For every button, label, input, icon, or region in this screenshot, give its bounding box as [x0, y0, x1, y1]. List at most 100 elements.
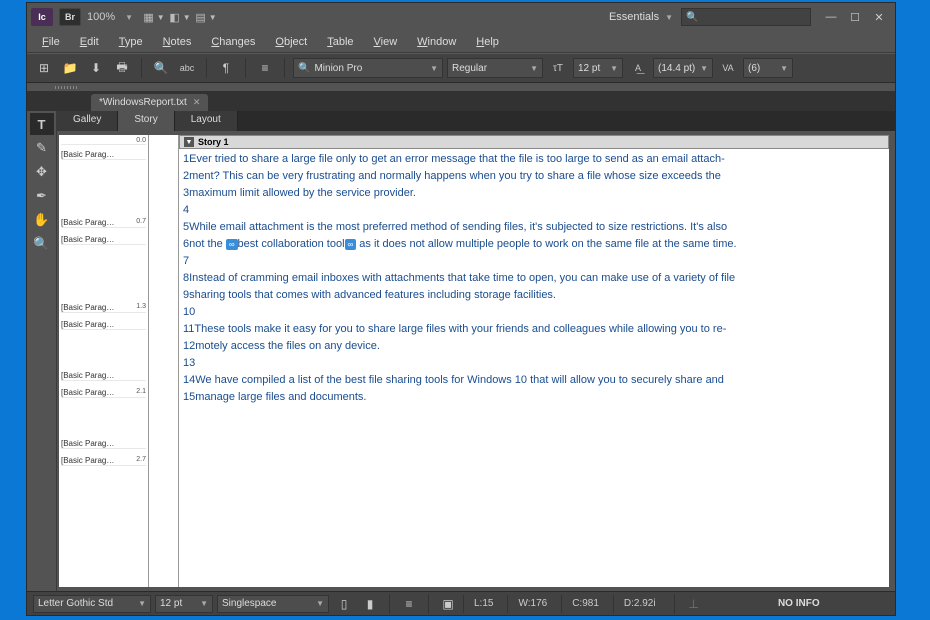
menu-changes[interactable]: Changes — [202, 34, 264, 50]
text-line[interactable]: 2ment? This can be very frustrating and … — [183, 168, 885, 185]
collapse-triangle-icon[interactable]: ▼ — [184, 137, 194, 147]
paragraph-style-row[interactable]: [Basic Parag…2.7 — [61, 456, 146, 466]
close-tab-icon[interactable]: ✕ — [193, 97, 201, 108]
story-header[interactable]: ▼ Story 1 — [179, 135, 889, 149]
paragraph-style-row[interactable]: [Basic Parag…1.3 — [61, 303, 146, 313]
pilcrow-icon[interactable]: ¶ — [215, 58, 237, 78]
search-icon: 🔍 — [686, 12, 698, 23]
font-style-combo[interactable]: Regular ▼ — [447, 58, 543, 78]
paragraph-style-row[interactable]: 0.0 — [61, 137, 146, 145]
line-number: 14 — [183, 374, 195, 386]
line-number: 4 — [183, 204, 189, 216]
tab-story[interactable]: Story — [118, 111, 174, 131]
tab-layout[interactable]: Layout — [175, 111, 238, 131]
story-view-icon[interactable]: ▮ — [359, 594, 381, 614]
close-button[interactable]: ✕ — [867, 8, 891, 26]
view-tabs: Galley Story Layout — [57, 111, 895, 131]
print-icon[interactable]: 🖶 — [111, 58, 133, 78]
new-note-icon[interactable]: ⊞ — [33, 58, 55, 78]
screen-mode-icon[interactable]: ◧▼ — [169, 8, 191, 26]
menu-file[interactable]: File — [33, 34, 69, 50]
text-line[interactable]: 11These tools make it easy for you to sh… — [183, 321, 885, 338]
paragraph-style-row[interactable]: [Basic Parag… — [61, 320, 146, 330]
paragraph-style-row[interactable]: [Basic Parag… — [61, 150, 146, 160]
type-tool-icon[interactable]: T — [30, 113, 54, 135]
paragraph-style-row[interactable]: [Basic Parag…0.7 — [61, 218, 146, 228]
note-tool-icon[interactable]: ✎ — [30, 137, 54, 159]
save-icon[interactable]: ⬇ — [85, 58, 107, 78]
view-options-icon[interactable]: ▦▼ — [143, 8, 165, 26]
galley-view-icon[interactable]: ▯ — [333, 594, 355, 614]
status-spacing-combo[interactable]: Singlespace▼ — [217, 595, 329, 613]
text-line[interactable]: 10 — [183, 304, 885, 321]
panel-grip[interactable] — [27, 83, 895, 91]
paragraph-style-row[interactable]: [Basic Parag…2.1 — [61, 388, 146, 398]
bridge-icon[interactable]: Br — [59, 8, 81, 26]
minimize-button[interactable]: — — [819, 8, 843, 26]
text-line[interactable]: 8Instead of cramming email inboxes with … — [183, 270, 885, 287]
hand-tool-icon[interactable]: ✋ — [30, 209, 54, 231]
text-stats-icon[interactable]: ⊥ — [683, 594, 705, 614]
text-line[interactable]: 7 — [183, 253, 885, 270]
text-line[interactable]: 3maximum limit allowed by the service pr… — [183, 185, 885, 202]
text-line[interactable]: 1Ever tried to share a large file only t… — [183, 151, 885, 168]
text-line[interactable]: 6not the ∞best collaboration tool∞ as it… — [183, 236, 885, 253]
menu-type[interactable]: Type — [110, 34, 152, 50]
line-number-column — [149, 135, 179, 587]
line-number: 10 — [183, 306, 195, 318]
find-icon[interactable]: 🔍 — [150, 58, 172, 78]
status-line: L:15 — [463, 595, 503, 613]
menubar: File Edit Type Notes Changes Object Tabl… — [27, 31, 895, 53]
options-bar: ⊞ 📁 ⬇ 🖶 🔍 abc ¶ ≡ 🔍 Minion Pro ▼ Regular… — [27, 53, 895, 83]
chevron-down-icon: ▼ — [125, 13, 133, 22]
text-column[interactable]: ▼ Story 1 1Ever tried to share a large f… — [179, 135, 889, 587]
menu-help[interactable]: Help — [467, 34, 508, 50]
paragraph-style-row[interactable]: [Basic Parag… — [61, 439, 146, 449]
main-area: T ✎ ✥ ✒ ✋ 🔍 Galley Story Layout 0.0 [Basi… — [27, 111, 895, 591]
zoom-tool-icon[interactable]: 🔍 — [30, 233, 54, 255]
arrange-icon[interactable]: ▤▼ — [195, 8, 217, 26]
chevron-down-icon: ▼ — [665, 13, 673, 22]
document-tabbar: *WindowsReport.txt ✕ — [27, 91, 895, 111]
eyedropper-tool-icon[interactable]: ✒ — [30, 185, 54, 207]
menu-edit[interactable]: Edit — [71, 34, 108, 50]
status-size-combo[interactable]: 12 pt▼ — [155, 595, 213, 613]
zoom-level-combo[interactable]: 100% ▼ — [87, 11, 133, 23]
align-icon[interactable]: ≡ — [398, 594, 420, 614]
chevron-down-icon: ▼ — [776, 64, 788, 73]
menu-notes[interactable]: Notes — [154, 34, 201, 50]
maximize-button[interactable]: ☐ — [843, 8, 867, 26]
menu-table[interactable]: Table — [318, 34, 362, 50]
menu-window[interactable]: Window — [408, 34, 465, 50]
document-tab[interactable]: *WindowsReport.txt ✕ — [91, 94, 208, 111]
line-number: 15 — [183, 391, 195, 403]
font-size-combo[interactable]: 12 pt ▼ — [573, 58, 623, 78]
spellcheck-icon[interactable]: abc — [176, 58, 198, 78]
status-font-combo[interactable]: Letter Gothic Std▼ — [33, 595, 151, 613]
workspace-switcher[interactable]: Essentials ▼ — [609, 11, 673, 23]
info-icon[interactable]: ▣ — [437, 594, 459, 614]
text-line[interactable]: 14We have compiled a list of the best fi… — [183, 372, 885, 389]
text-line[interactable]: 5While email attachment is the most pref… — [183, 219, 885, 236]
status-depth: D:2.92i — [613, 595, 666, 613]
position-tool-icon[interactable]: ✥ — [30, 161, 54, 183]
text-line[interactable]: 9sharing tools that comes with advanced … — [183, 287, 885, 304]
paragraph-style-row[interactable]: [Basic Parag… — [61, 371, 146, 381]
text-line[interactable]: 15manage large files and documents. — [183, 389, 885, 406]
menu-object[interactable]: Object — [266, 34, 316, 50]
text-line[interactable]: 12motely access the files on any device. — [183, 338, 885, 355]
status-word: W:176 — [507, 595, 557, 613]
text-line[interactable]: 4 — [183, 202, 885, 219]
kerning-combo[interactable]: (6) ▼ — [743, 58, 793, 78]
styles-icon[interactable]: ≡ — [254, 58, 276, 78]
hyperlink-end-icon: ∞ — [345, 239, 357, 250]
paragraph-style-row[interactable]: [Basic Parag… — [61, 235, 146, 245]
menu-view[interactable]: View — [365, 34, 407, 50]
document-area: Galley Story Layout 0.0 [Basic Parag… [Bas… — [57, 111, 895, 591]
text-line[interactable]: 13 — [183, 355, 885, 372]
search-input[interactable]: 🔍 — [681, 8, 811, 26]
font-family-combo[interactable]: 🔍 Minion Pro ▼ — [293, 58, 443, 78]
leading-combo[interactable]: (14.4 pt) ▼ — [653, 58, 713, 78]
open-icon[interactable]: 📁 — [59, 58, 81, 78]
tab-galley[interactable]: Galley — [57, 111, 118, 131]
